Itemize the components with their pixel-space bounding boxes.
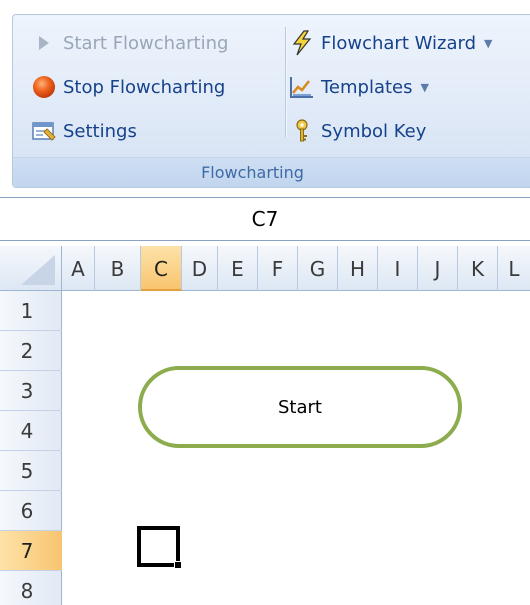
column-header-e[interactable]: E — [218, 246, 258, 291]
select-all-corner[interactable] — [0, 246, 62, 291]
play-triangle-icon — [31, 30, 57, 56]
row-header-7[interactable]: 7 — [0, 531, 62, 571]
row-header-4[interactable]: 4 — [0, 411, 62, 451]
flowchart-wizard-label: Flowchart Wizard — [321, 32, 476, 54]
worksheet-grid[interactable] — [62, 291, 530, 605]
row-header-1[interactable]: 1 — [0, 291, 62, 331]
settings-button[interactable]: Settings — [31, 115, 137, 147]
templates-label: Templates — [321, 76, 413, 98]
name-box[interactable]: C7 — [0, 197, 530, 241]
column-header-g[interactable]: G — [298, 246, 338, 291]
stop-flowcharting-button[interactable]: Stop Flowcharting — [31, 71, 225, 103]
lightning-icon — [289, 30, 315, 56]
symbol-key-button[interactable]: Symbol Key — [289, 115, 426, 147]
column-header-d[interactable]: D — [182, 246, 218, 291]
column-header-j[interactable]: J — [418, 246, 458, 291]
start-terminator-shape[interactable]: Start — [138, 366, 462, 448]
selected-cell-c7[interactable] — [137, 526, 182, 569]
key-icon — [289, 118, 315, 144]
stop-flowcharting-label: Stop Flowcharting — [63, 76, 226, 98]
row-header-6[interactable]: 6 — [0, 491, 62, 531]
row-header-8[interactable]: 8 — [0, 571, 62, 605]
flowchart-wizard-button[interactable]: Flowchart Wizard ▼ — [289, 27, 492, 59]
column-header-h[interactable]: H — [338, 246, 378, 291]
start-flowcharting-label: Start Flowcharting — [63, 32, 229, 54]
symbol-key-label: Symbol Key — [321, 120, 427, 142]
chevron-down-icon: ▼ — [420, 80, 429, 94]
row-header-2[interactable]: 2 — [0, 331, 62, 371]
start-terminator-text: Start — [278, 396, 322, 418]
ribbon-separator — [285, 27, 286, 137]
column-header-a[interactable]: A — [62, 246, 95, 291]
templates-button[interactable]: Templates ▼ — [289, 71, 429, 103]
chevron-down-icon: ▼ — [484, 36, 493, 50]
row-header-3[interactable]: 3 — [0, 371, 62, 411]
column-header-i[interactable]: I — [378, 246, 418, 291]
column-header-f[interactable]: F — [258, 246, 298, 291]
row-header-5[interactable]: 5 — [0, 451, 62, 491]
settings-label: Settings — [63, 120, 137, 142]
start-flowcharting-button[interactable]: Start Flowcharting — [31, 27, 228, 59]
row-header-bar: 1 2 3 4 5 6 7 8 — [0, 291, 62, 605]
ribbon: Start Flowcharting Stop Flowcharting Set… — [0, 0, 530, 200]
column-header-k[interactable]: K — [458, 246, 498, 291]
templates-chart-icon — [289, 74, 315, 100]
group-label: Flowcharting — [13, 157, 530, 187]
settings-window-icon — [31, 118, 57, 144]
column-header-b[interactable]: B — [95, 246, 141, 291]
column-header-bar: A B C D E F G H I J K L — [0, 246, 530, 291]
flowcharting-group: Start Flowcharting Stop Flowcharting Set… — [12, 14, 530, 188]
column-header-c[interactable]: C — [141, 246, 182, 291]
red-circle-icon — [31, 74, 57, 100]
fill-handle[interactable] — [174, 561, 182, 569]
column-header-l[interactable]: L — [498, 246, 530, 291]
